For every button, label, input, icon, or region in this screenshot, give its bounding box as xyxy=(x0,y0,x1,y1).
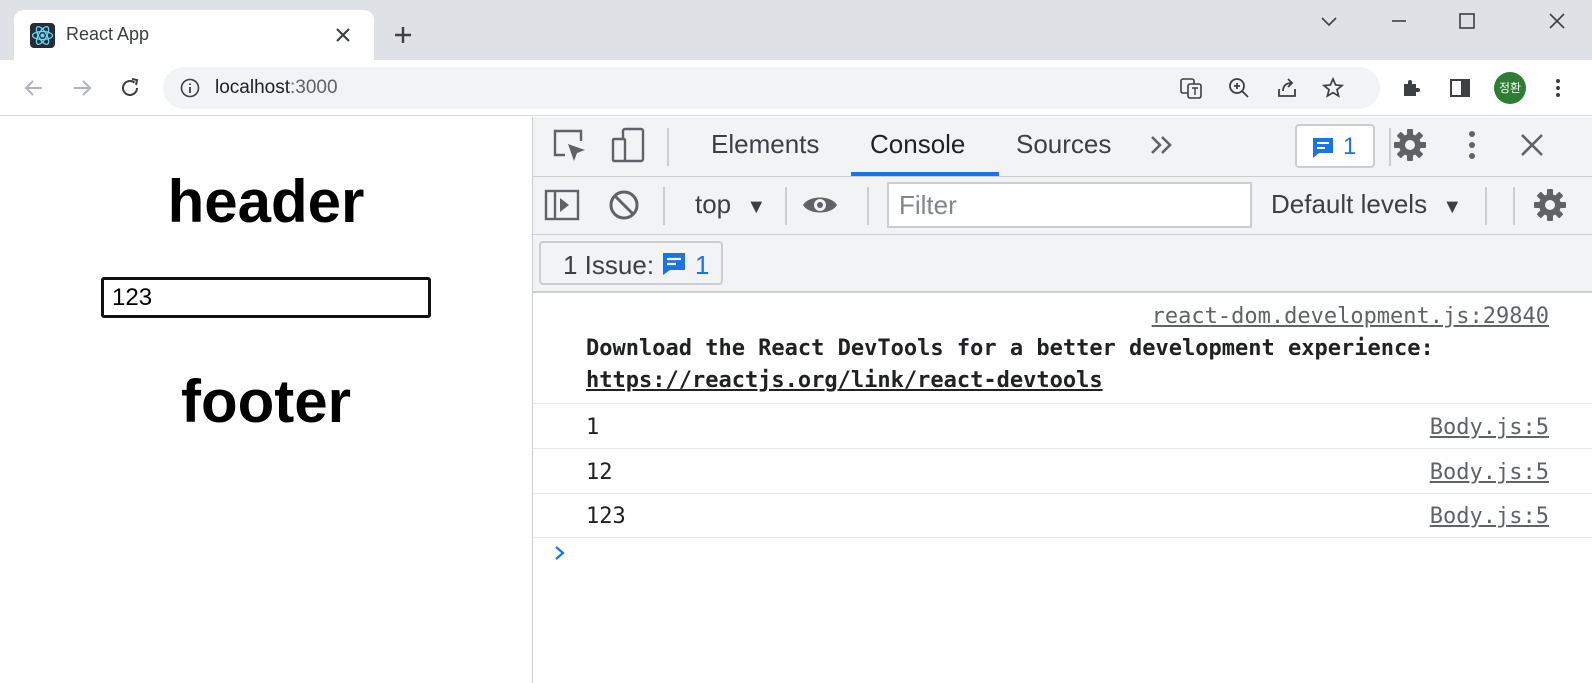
dropdown-arrow-icon: ▼ xyxy=(1442,196,1463,218)
translate-icon[interactable] xyxy=(1179,76,1203,100)
address-bar[interactable]: localhost:3000 xyxy=(163,67,1380,109)
share-icon[interactable] xyxy=(1275,76,1299,100)
console-settings-gear-icon[interactable] xyxy=(1531,186,1569,224)
message-text: 12 xyxy=(586,460,613,485)
console-filter-input[interactable] xyxy=(887,182,1252,228)
zoom-icon[interactable] xyxy=(1227,76,1251,100)
text-input[interactable] xyxy=(101,277,431,318)
back-icon[interactable] xyxy=(22,76,46,100)
context-selector[interactable]: top ▼ xyxy=(695,189,766,220)
tab-title: React App xyxy=(66,24,150,44)
separator xyxy=(663,187,665,225)
page-footer: footer xyxy=(181,368,351,435)
tab-sources[interactable]: Sources xyxy=(1016,129,1111,160)
more-tabs-chevron-icon[interactable] xyxy=(1145,129,1183,167)
separator xyxy=(785,187,787,225)
new-tab-icon[interactable] xyxy=(392,24,414,46)
window-close-icon[interactable] xyxy=(1546,10,1568,32)
log-levels-label: Default levels xyxy=(1271,189,1428,219)
bookmark-star-icon[interactable] xyxy=(1321,76,1345,100)
message-text: 1 xyxy=(586,415,600,440)
devtools-tab-bar: Elements Console Sources 1 xyxy=(533,117,1592,177)
devtools-download-link[interactable]: https://reactjs.org/link/react-devtools xyxy=(586,368,1103,393)
tab-strip: React App xyxy=(0,0,1592,60)
show-sidebar-icon[interactable] xyxy=(543,186,581,224)
tab-elements[interactable]: Elements xyxy=(711,129,819,160)
device-toolbar-icon[interactable] xyxy=(609,127,647,165)
issues-label: 1 Issue: xyxy=(563,250,655,280)
clear-console-icon[interactable] xyxy=(605,186,643,224)
page-header: header xyxy=(167,168,365,235)
message-source-link[interactable]: Body.js:5 xyxy=(1430,504,1549,529)
profile-avatar[interactable]: 정환 xyxy=(1494,72,1526,104)
console-output: react-dom.development.js:29840 Download … xyxy=(533,294,1592,683)
separator xyxy=(667,128,669,166)
separator xyxy=(1513,187,1515,225)
browser-toolbar: localhost:3000 정환 xyxy=(0,60,1592,116)
log-levels-dropdown[interactable]: Default levels ▼ xyxy=(1271,189,1462,220)
console-prompt-chevron-icon[interactable] xyxy=(551,544,569,562)
live-expression-eye-icon[interactable] xyxy=(801,186,839,224)
inspect-element-icon[interactable] xyxy=(551,127,589,165)
active-tab-indicator xyxy=(851,172,999,176)
minimize-icon[interactable] xyxy=(1388,10,1410,32)
console-message: 12 Body.js:5 xyxy=(533,449,1592,494)
dropdown-arrow-icon: ▼ xyxy=(746,196,767,218)
separator xyxy=(867,187,869,225)
tab-console[interactable]: Console xyxy=(870,129,965,160)
site-info-icon[interactable] xyxy=(179,77,201,99)
forward-icon[interactable] xyxy=(70,76,94,100)
maximize-icon[interactable] xyxy=(1456,10,1478,32)
console-toolbar: top ▼ Default levels ▼ xyxy=(533,177,1592,235)
browser-tab[interactable]: React App xyxy=(14,10,374,60)
side-panel-icon[interactable] xyxy=(1448,76,1472,100)
console-message: 1 Body.js:5 xyxy=(533,404,1592,449)
extensions-icon[interactable] xyxy=(1400,76,1424,100)
tab-close-icon[interactable] xyxy=(332,24,354,46)
message-text: Download the React DevTools for a better… xyxy=(586,336,1434,361)
message-source-link[interactable]: Body.js:5 xyxy=(1430,415,1549,440)
message-icon xyxy=(661,251,687,277)
web-page: header footer xyxy=(0,117,532,683)
react-logo-icon xyxy=(30,23,55,48)
separator xyxy=(1485,187,1487,225)
issues-button[interactable]: 1 Issue: 1 xyxy=(539,241,723,285)
settings-gear-icon[interactable] xyxy=(1391,126,1429,164)
customize-menu-icon[interactable] xyxy=(1453,126,1491,164)
url-host: localhost xyxy=(215,77,290,98)
browser-menu-icon[interactable] xyxy=(1546,76,1570,100)
tab-search-chevron-icon[interactable] xyxy=(1318,10,1340,32)
message-source-link[interactable]: Body.js:5 xyxy=(1430,460,1549,485)
console-message: react-dom.development.js:29840 Download … xyxy=(533,294,1592,404)
message-source-link[interactable]: react-dom.development.js:29840 xyxy=(1152,304,1549,329)
issues-badge-count: 1 xyxy=(1343,133,1357,160)
console-message: 123 Body.js:5 xyxy=(533,494,1592,538)
close-devtools-icon[interactable] xyxy=(1513,126,1551,164)
reload-icon[interactable] xyxy=(118,76,142,100)
issues-badge[interactable]: 1 xyxy=(1295,124,1375,168)
url-text[interactable]: localhost:3000 xyxy=(215,77,338,99)
issues-bar: 1 Issue: 1 xyxy=(533,235,1592,293)
issues-count: 1 xyxy=(695,250,710,280)
context-label: top xyxy=(695,189,732,219)
message-text: 123 xyxy=(586,504,626,529)
devtools-panel: Elements Console Sources 1 top ▼ Filter … xyxy=(532,117,1592,683)
url-port: :3000 xyxy=(290,77,338,98)
message-icon xyxy=(1311,136,1335,160)
